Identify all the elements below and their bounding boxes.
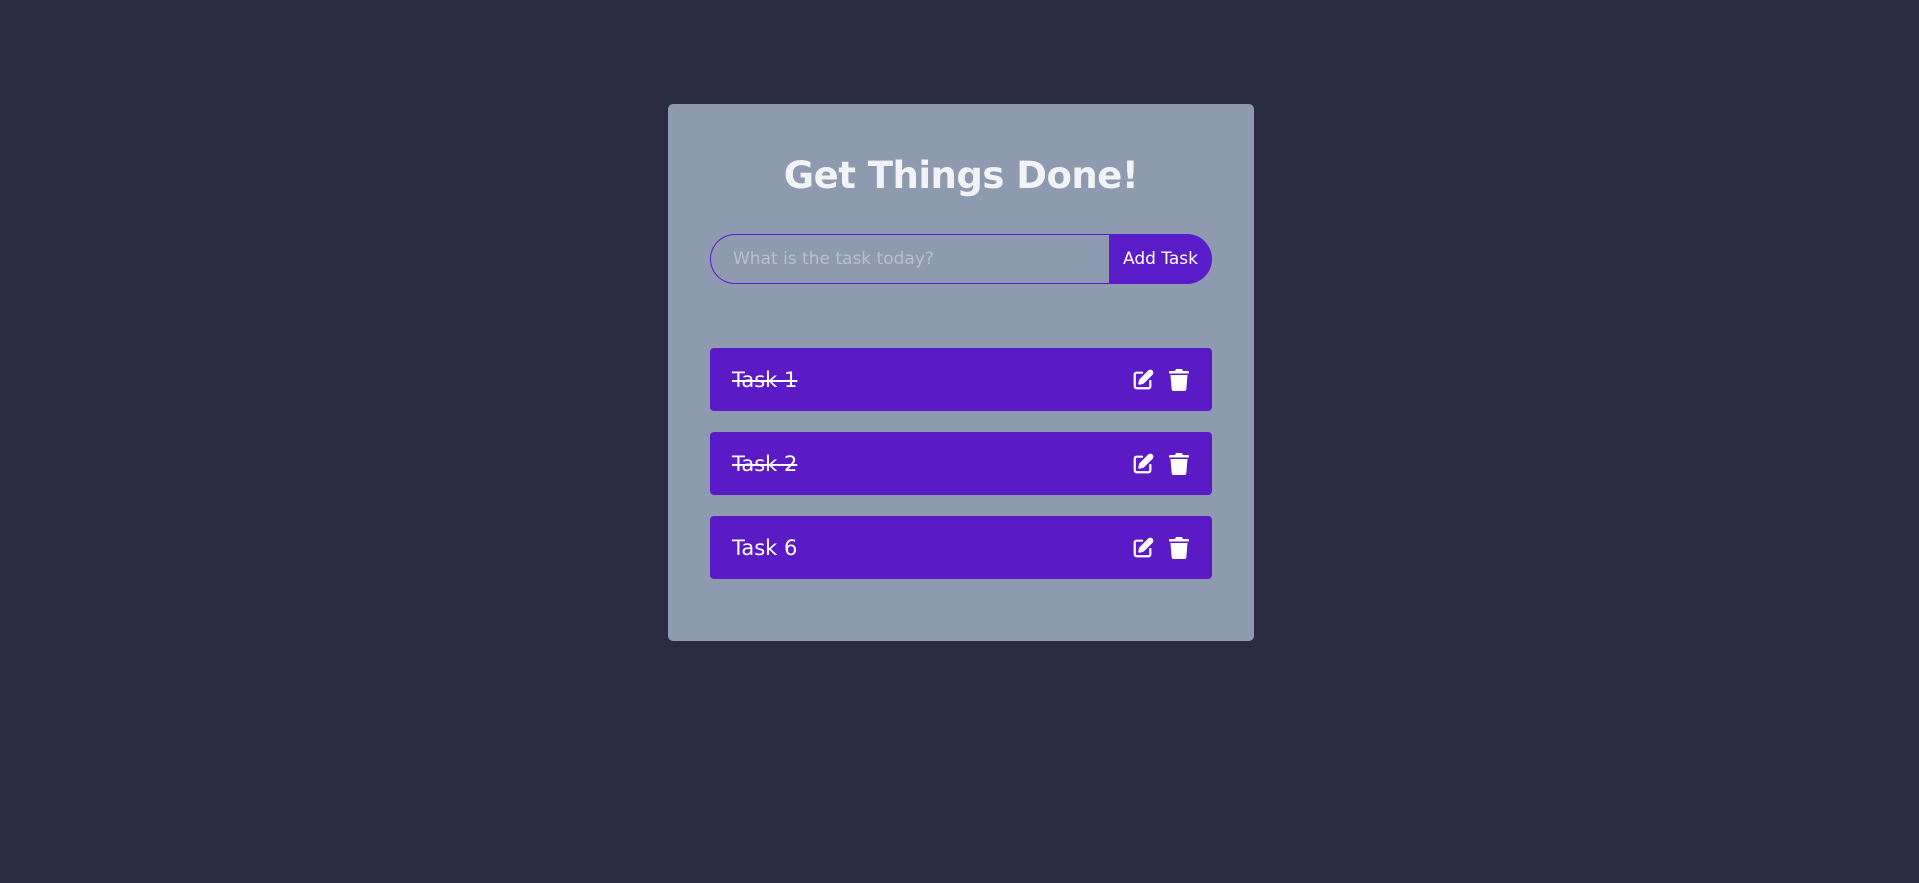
task-label[interactable]: Task 1 (732, 368, 1131, 392)
edit-icon[interactable] (1131, 368, 1155, 392)
page-title: Get Things Done! (783, 154, 1139, 197)
task-input[interactable] (710, 234, 1110, 284)
trash-icon[interactable] (1167, 452, 1191, 476)
add-task-button[interactable]: Add Task (1109, 234, 1212, 284)
todo-card: Get Things Done! Add Task Task 1 Task 2 (668, 104, 1254, 641)
trash-icon[interactable] (1167, 536, 1191, 560)
task-label[interactable]: Task 2 (732, 452, 1131, 476)
trash-icon[interactable] (1167, 368, 1191, 392)
task-item: Task 6 (710, 516, 1212, 579)
edit-icon[interactable] (1131, 536, 1155, 560)
task-item: Task 2 (710, 432, 1212, 495)
add-task-form: Add Task (710, 234, 1212, 284)
task-label[interactable]: Task 6 (732, 536, 1131, 560)
edit-icon[interactable] (1131, 452, 1155, 476)
task-item: Task 1 (710, 348, 1212, 411)
task-list: Task 1 Task 2 Task 6 (710, 348, 1212, 600)
